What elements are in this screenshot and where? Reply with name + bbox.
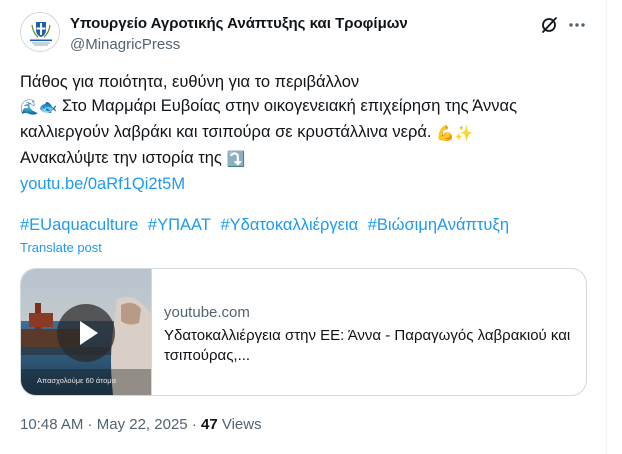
tweet-line-3: καλλιεργούν λαβράκι και τσιπούρα σε κρυσ… xyxy=(20,120,590,146)
card-divider xyxy=(151,269,152,395)
author-handle[interactable]: @MinagricPress xyxy=(70,35,180,55)
tweet-line-4: Ανακαλύψτε την ιστορία της ⤵️ xyxy=(20,146,590,172)
video-thumbnail[interactable]: Απασχολούμε 60 άτομα xyxy=(21,269,151,395)
tweet-line-1: Πάθος για ποιότητα, ευθύνη για το περιβά… xyxy=(20,73,360,91)
meta-separator-2: · xyxy=(187,416,201,433)
hashtag-ypaat[interactable]: #ΥΠΑΑΤ xyxy=(148,216,211,234)
more-horizontal-icon[interactable] xyxy=(566,14,588,36)
tweet-line-2: 🌊🐟 Στο Μαρμάρι Ευβοίας στην οικογενειακή… xyxy=(20,94,590,120)
greek-coat-of-arms-icon xyxy=(21,13,59,51)
avatar[interactable] xyxy=(20,12,60,52)
meta-separator: · xyxy=(83,416,97,433)
post-date[interactable]: May 22, 2025 xyxy=(97,416,188,433)
grok-icon[interactable] xyxy=(538,14,560,36)
tweet-text: Πάθος για ποιότητα, ευθύνη για το περιβά… xyxy=(20,70,590,196)
play-icon[interactable] xyxy=(57,304,115,362)
post-time[interactable]: 10:48 AM xyxy=(20,416,83,433)
arrow-down-emoji-icon: ⤵️ xyxy=(226,151,246,168)
tweet-line-2-text: Στο Μαρμάρι Ευβοίας στην οικογενειακή επ… xyxy=(57,97,518,115)
youtube-link[interactable]: youtu.be/0aRf1Qi2t5M xyxy=(20,172,590,196)
translate-post-link[interactable]: Translate post xyxy=(20,240,102,255)
link-preview-card[interactable]: Απασχολούμε 60 άτομα youtube.com Υδατοκα… xyxy=(20,268,587,396)
thumbnail-caption: Απασχολούμε 60 άτομα xyxy=(37,376,116,385)
views-count[interactable]: 47 xyxy=(201,416,218,433)
hashtag-ydatokalliergeia[interactable]: #Υδατοκαλλιέργεια xyxy=(220,216,358,234)
wave-fish-emoji-icon: 🌊🐟 xyxy=(20,99,58,116)
hashtag-euaquaculture[interactable]: #EUaquaculture xyxy=(20,216,138,234)
card-title: Υδατοκαλλιέργεια στην ΕΕ: Άννα - Παραγωγ… xyxy=(164,327,571,364)
card-domain: youtube.com xyxy=(164,304,250,321)
tweet-card: Υπουργείο Αγροτικής Ανάπτυξης και Τροφίμ… xyxy=(0,0,607,454)
hashtag-list: #EUaquaculture #ΥΠΑΑΤ #Υδατοκαλλιέργεια … xyxy=(20,213,514,237)
hashtag-viosimi-anaptyxi[interactable]: #ΒιώσιμηΑνάπτυξη xyxy=(368,216,509,234)
views-label: Views xyxy=(217,416,262,433)
tweet-line-3-text: καλλιεργούν λαβράκι και τσιπούρα σε κρυσ… xyxy=(20,123,437,141)
author-name[interactable]: Υπουργείο Αγροτικής Ανάπτυξης και Τροφίμ… xyxy=(70,14,408,34)
post-meta: 10:48 AM · May 22, 2025 · 47 Views xyxy=(20,416,262,433)
tweet-line-4-text: Ανακαλύψτε την ιστορία της xyxy=(20,149,227,167)
muscle-sparkles-emoji-icon: 💪✨ xyxy=(436,125,474,142)
